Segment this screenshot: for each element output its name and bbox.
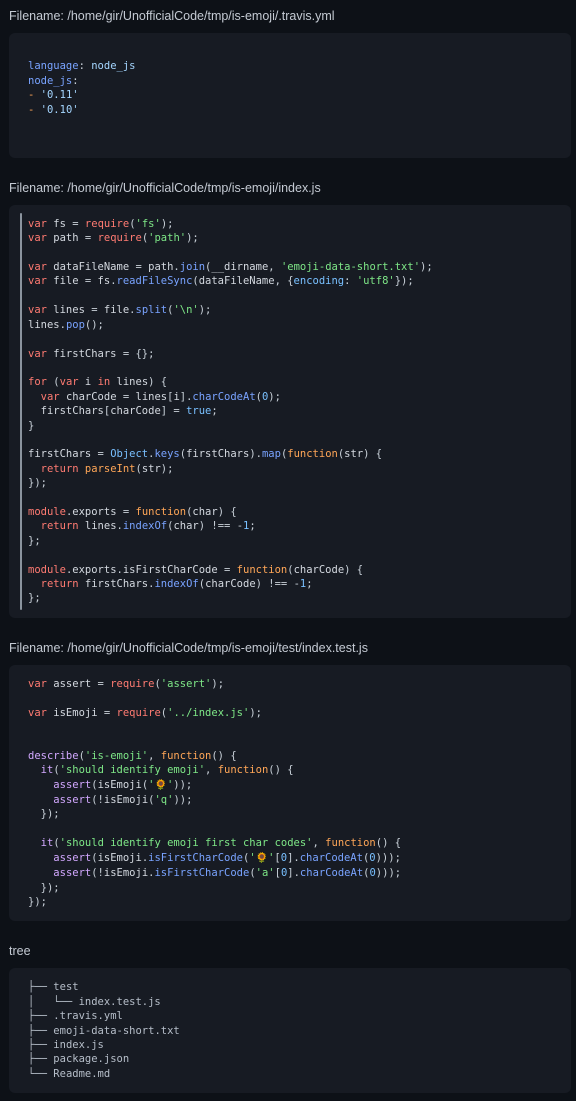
- code-content-travis-yml: language: node_js node_js: - '0.11' - '0…: [28, 60, 136, 116]
- tree-row: └── Readme.md: [28, 1068, 110, 1080]
- filename-label-index-js: Filename: /home/gir/UnofficialCode/tmp/i…: [9, 180, 321, 195]
- tree-prefix: │ └──: [28, 995, 79, 1008]
- tree-row: ├── package.json: [28, 1053, 129, 1065]
- section-tree: tree ├── test │ └── index.test.js ├── .t…: [0, 935, 576, 1094]
- tree-prefix: ├──: [28, 981, 54, 994]
- tree-name: .travis.yml: [53, 1010, 123, 1023]
- code-gutter-rule: [20, 212, 22, 610]
- section-travis-yml: Filename: /home/gir/UnofficialCode/tmp/i…: [0, 0, 576, 158]
- tree-name: index.js: [53, 1038, 104, 1051]
- code-block-travis-yml[interactable]: language: node_js node_js: - '0.11' - '0…: [9, 33, 571, 158]
- emoji-glyph-2: 🌻: [255, 852, 269, 864]
- tree-row: ├── emoji-data-short.txt: [28, 1025, 180, 1037]
- filename-label-index-test-js: Filename: /home/gir/UnofficialCode/tmp/i…: [9, 640, 368, 655]
- tree-prefix: ├──: [28, 1010, 54, 1023]
- code-block-index-js[interactable]: var fs = require('fs'); var path = requi…: [9, 204, 571, 618]
- tree-row: │ └── index.test.js: [28, 996, 161, 1008]
- tree-name: index.test.js: [78, 995, 161, 1008]
- tree-prefix: ├──: [28, 1038, 54, 1051]
- code-content-index-js: var fs = require('fs'); var path = requi…: [28, 217, 433, 605]
- tree-name: Readme.md: [53, 1067, 111, 1080]
- section-index-test-js: Filename: /home/gir/UnofficialCode/tmp/i…: [0, 632, 576, 922]
- tree-row: ├── .travis.yml: [28, 1010, 123, 1022]
- tree-label: tree: [9, 944, 31, 959]
- emoji-glyph: 🌻: [154, 779, 167, 791]
- tree-row: ├── test: [28, 981, 79, 993]
- tree-row: ├── index.js: [28, 1039, 104, 1051]
- tree-name: package.json: [53, 1053, 130, 1066]
- tree-prefix: ├──: [28, 1024, 54, 1037]
- section-gap-3: [0, 921, 576, 935]
- section-gap-1: [0, 158, 576, 172]
- tree-prefix: ├──: [28, 1053, 54, 1066]
- code-content-index-test-js: var assert = require('assert'); var isEm…: [28, 677, 402, 908]
- page-root: Filename: /home/gir/UnofficialCode/tmp/i…: [0, 0, 576, 1101]
- filename-label-travis-yml: Filename: /home/gir/UnofficialCode/tmp/i…: [9, 9, 335, 23]
- tree-name: test: [53, 981, 79, 994]
- section-index-js: Filename: /home/gir/UnofficialCode/tmp/i…: [0, 172, 576, 618]
- tree-content: ├── test │ └── index.test.js ├── .travis…: [9, 980, 571, 1081]
- code-block-index-test-js[interactable]: var assert = require('assert'); var isEm…: [9, 664, 571, 922]
- section-gap-2: [0, 618, 576, 632]
- code-block-tree[interactable]: ├── test │ └── index.test.js ├── .travis…: [9, 968, 571, 1094]
- page-bottom-gap: [0, 1093, 576, 1101]
- tree-name: emoji-data-short.txt: [53, 1024, 180, 1037]
- tree-prefix: └──: [28, 1067, 54, 1080]
